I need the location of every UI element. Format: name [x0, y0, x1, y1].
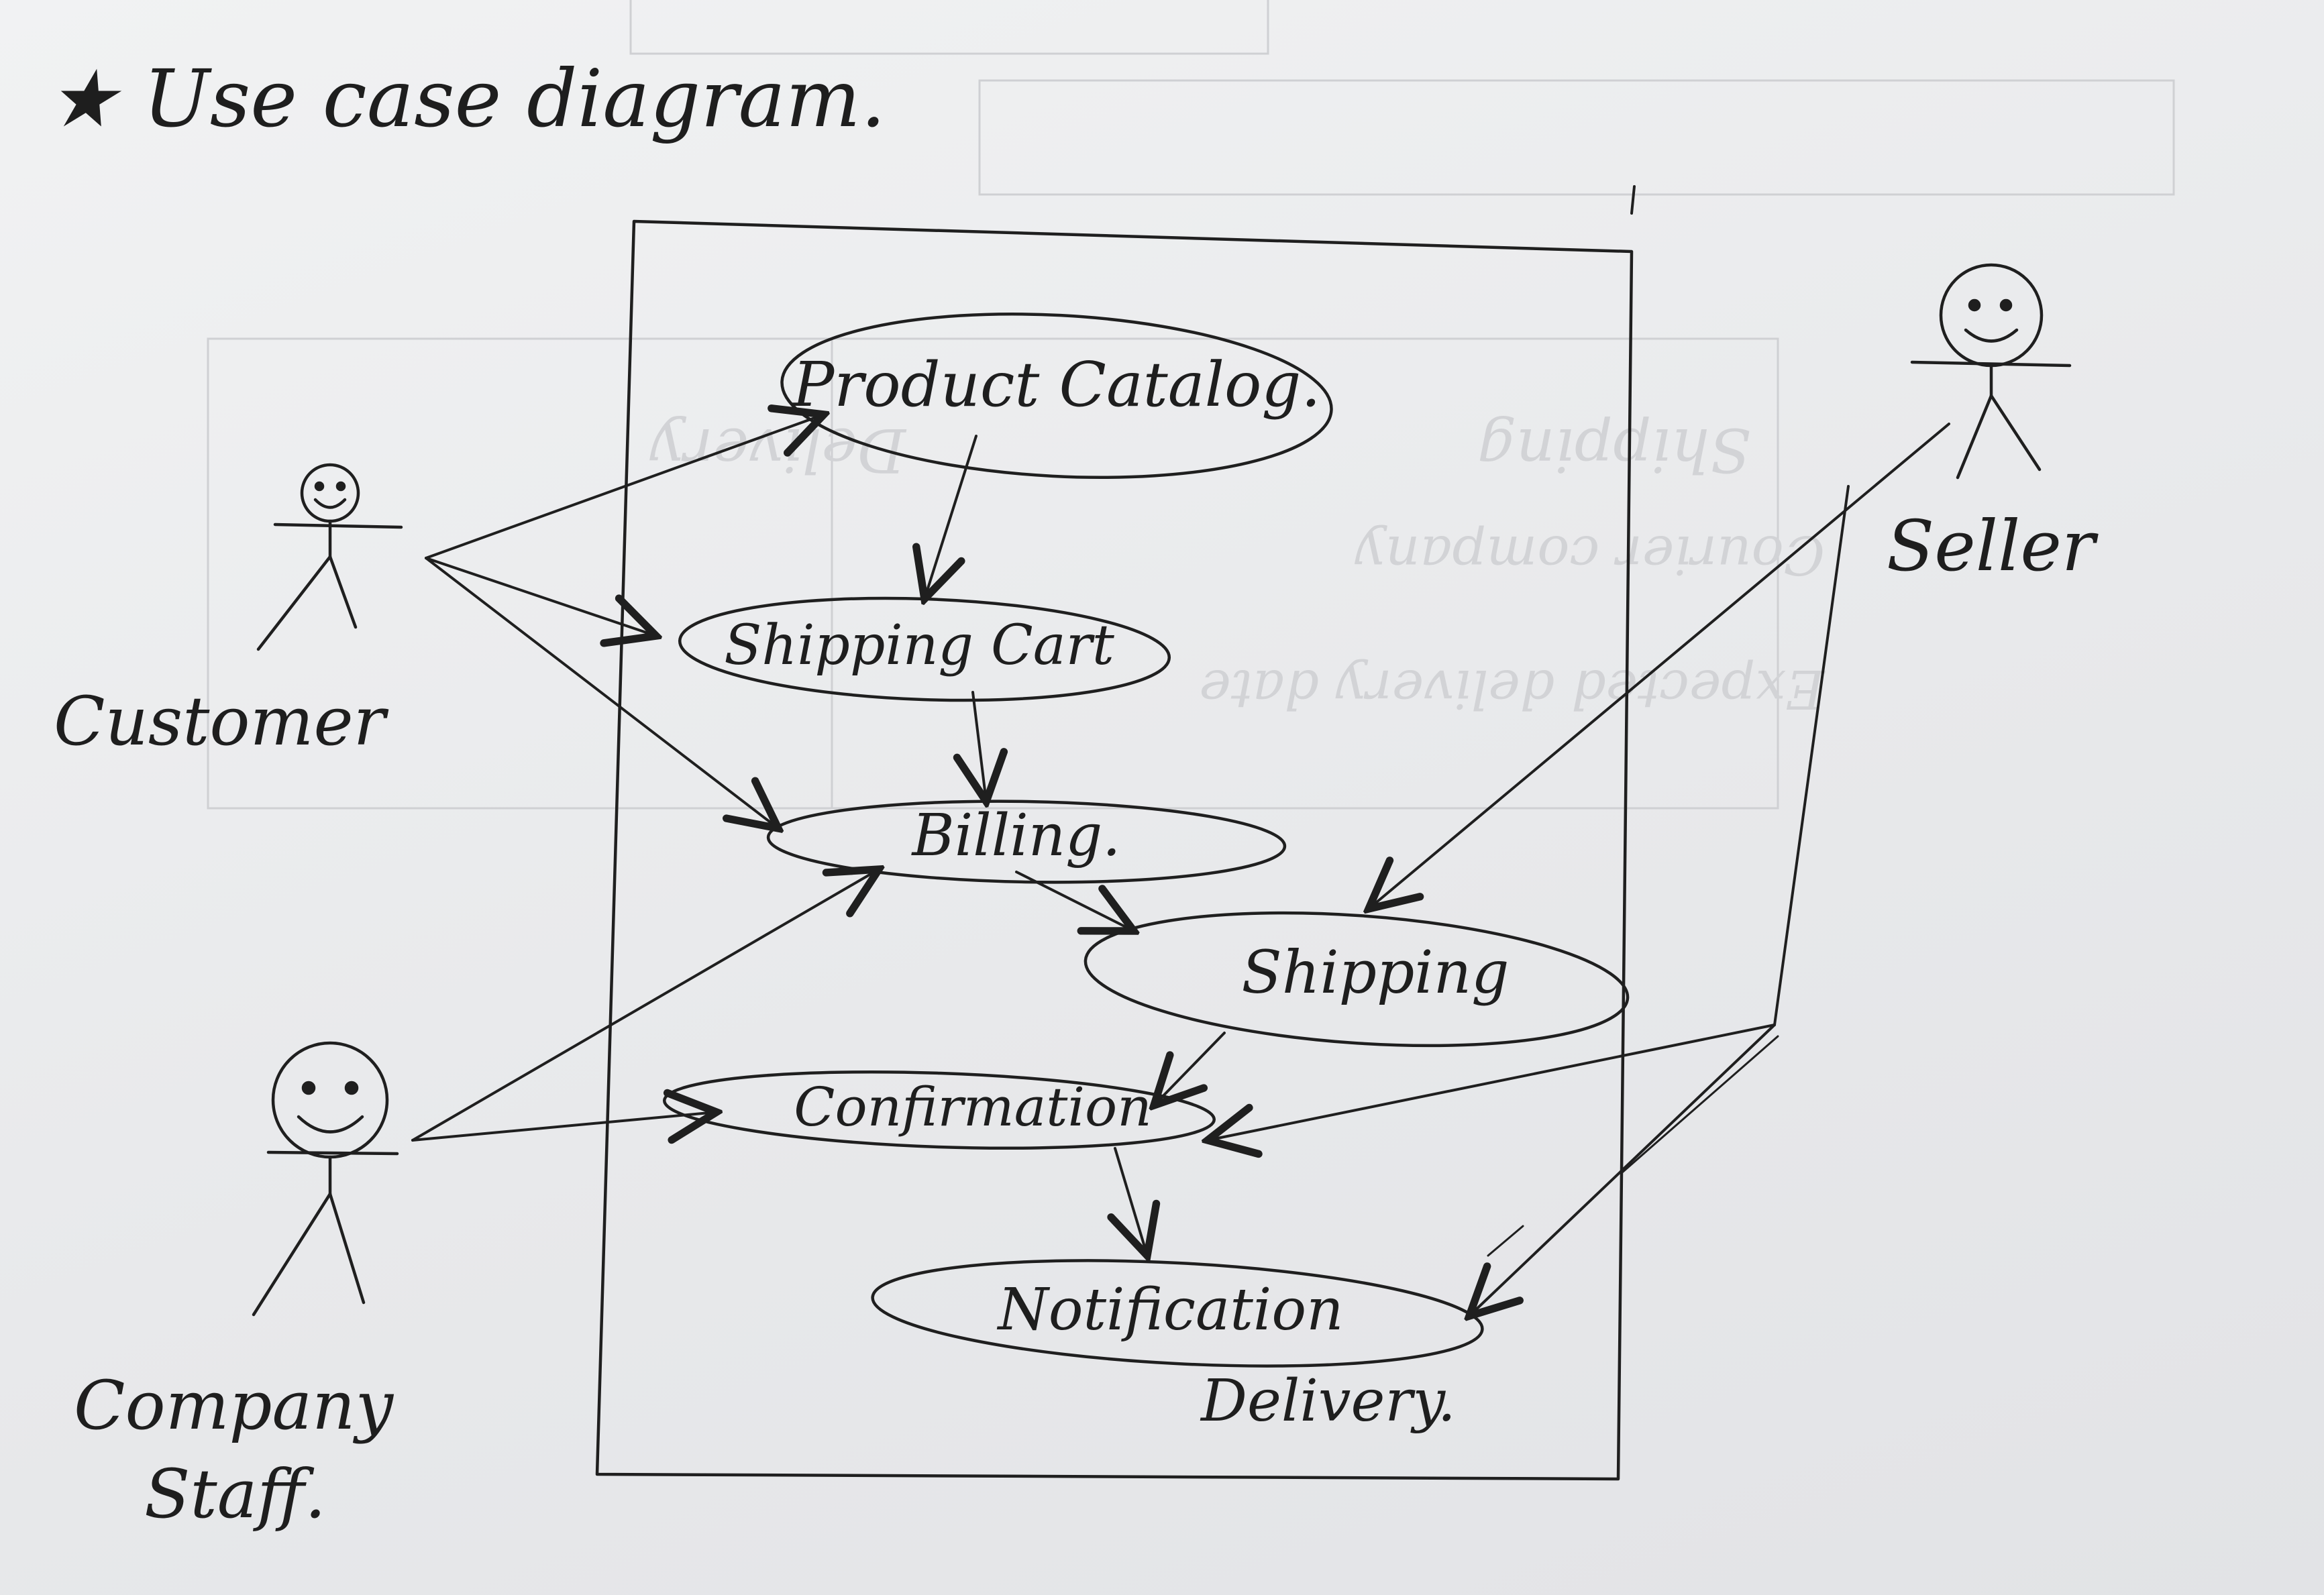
svg-text:Delivery.: Delivery. — [1200, 1368, 1456, 1435]
svg-text:Notification: Notification — [996, 1276, 1343, 1343]
assoc-customer-billing — [425, 557, 778, 828]
use-case-confirmation: Confirmation — [662, 1070, 1216, 1150]
use-case-shipping: Shipping — [1084, 911, 1630, 1048]
flow-shipping-confirmation — [1154, 1032, 1226, 1105]
svg-text:Delivery: Delivery — [649, 415, 907, 485]
actor-seller: Seller — [1887, 263, 2099, 587]
use-case-billing: Billing. — [766, 800, 1287, 884]
svg-text:Shipping: Shipping — [1242, 938, 1510, 1007]
svg-text:Billing.: Billing. — [911, 802, 1121, 869]
svg-text:Shipping: Shipping — [1477, 415, 1751, 485]
use-case-diagram: Shipping Delivery Courier company Expect… — [47, 0, 2175, 1533]
svg-text:Customer: Customer — [54, 682, 389, 761]
svg-text:Confirmation: Confirmation — [794, 1076, 1151, 1138]
svg-text:Product Catalog.: Product Catalog. — [791, 349, 1320, 421]
assoc-staff-confirmation — [411, 1112, 717, 1140]
svg-text:Company: Company — [74, 1366, 394, 1445]
svg-text:★ Use case diagram.: ★ Use case diagram. — [47, 52, 886, 145]
diagram-page: Shipping Delivery Courier company Expect… — [0, 0, 2324, 1595]
flow-confirmation-notification — [1115, 1147, 1147, 1256]
use-case-notification-delivery: Notification Delivery. — [871, 1259, 1484, 1435]
svg-text:Seller: Seller — [1887, 505, 2099, 587]
page-title: ★ Use case diagram. — [47, 52, 886, 145]
actor-company-staff: Company Staff. — [74, 1041, 399, 1533]
svg-text:Courier company: Courier company — [1354, 524, 1825, 586]
svg-text:Expected delivery date: Expected delivery date — [1199, 658, 1826, 720]
svg-text:Shipping Cart: Shipping Cart — [724, 614, 1115, 677]
actor-customer: Customer — [54, 463, 403, 761]
flow-cart-billing — [973, 691, 986, 802]
use-case-shopping-cart: Shipping Cart — [678, 596, 1171, 702]
svg-text:Staff.: Staff. — [144, 1455, 326, 1533]
